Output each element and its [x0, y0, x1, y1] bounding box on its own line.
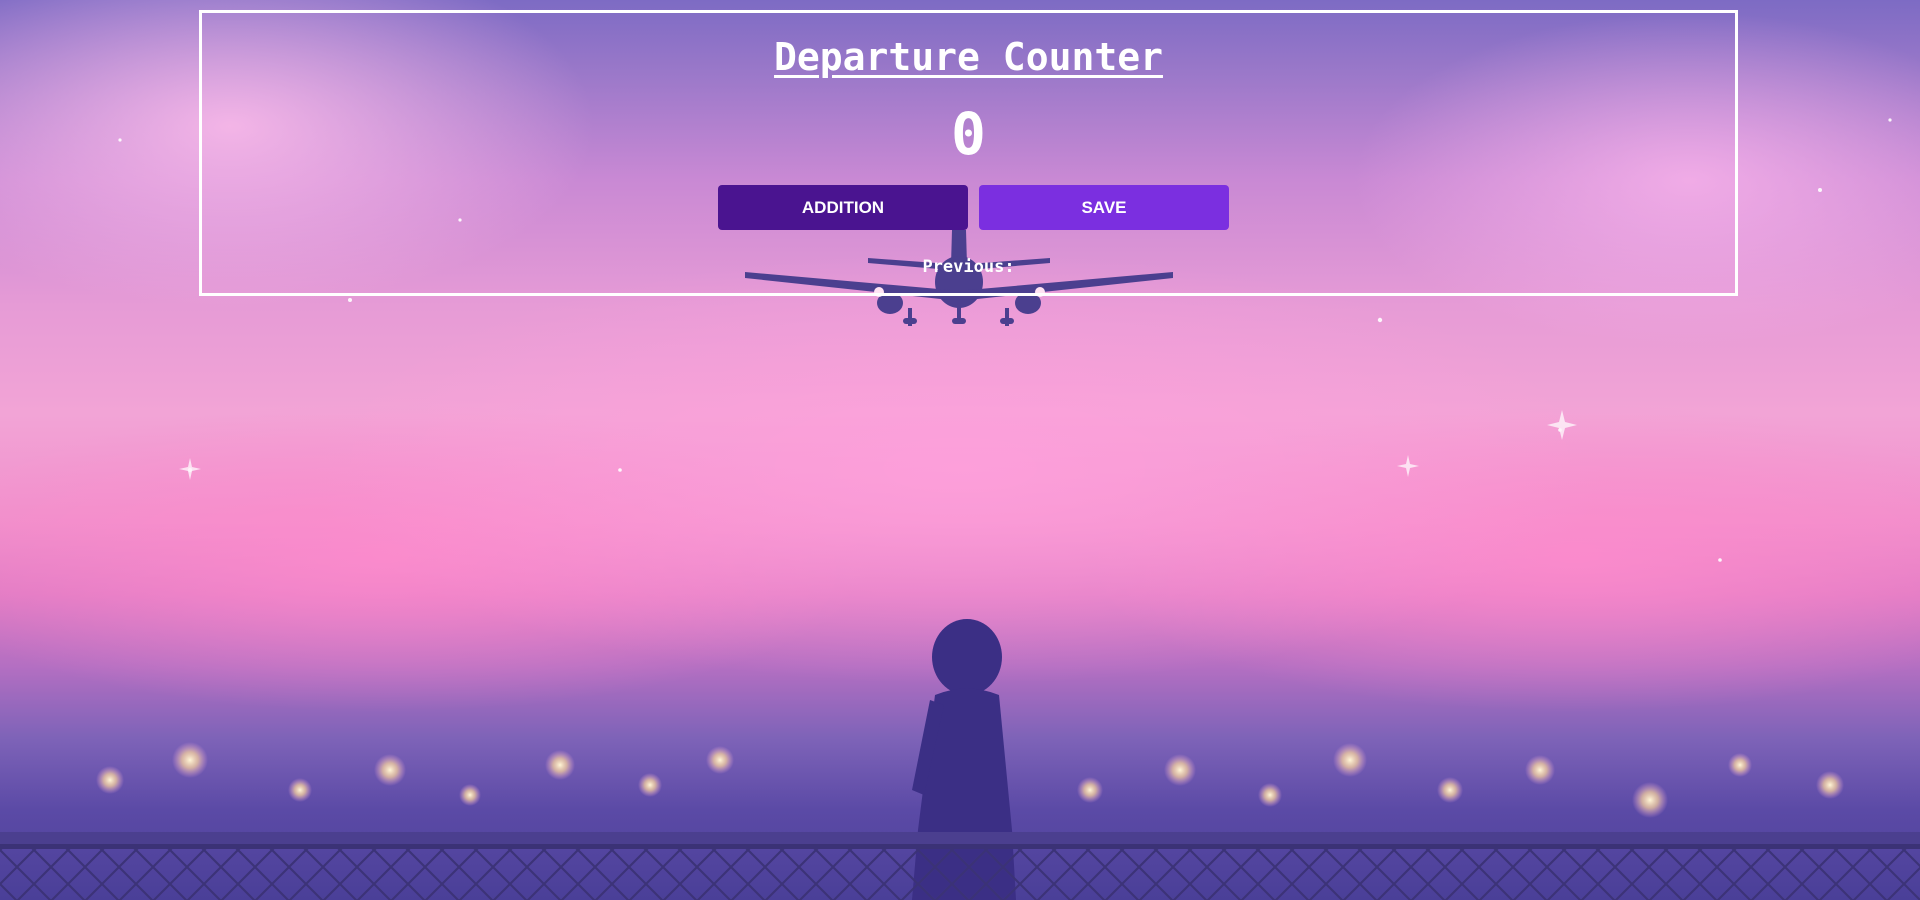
save-button[interactable]: SAVE [979, 185, 1229, 230]
addition-button[interactable]: ADDITION [718, 185, 968, 230]
counter-panel: Departure Counter 0 ADDITION SAVE Previo… [199, 10, 1738, 296]
city-lights [96, 742, 1844, 818]
previous-entries: Previous: [922, 257, 1015, 277]
fence [0, 832, 1920, 900]
person-silhouette [912, 619, 1016, 900]
page-title: Departure Counter [774, 35, 1163, 79]
counter-value: 0 [951, 100, 986, 168]
